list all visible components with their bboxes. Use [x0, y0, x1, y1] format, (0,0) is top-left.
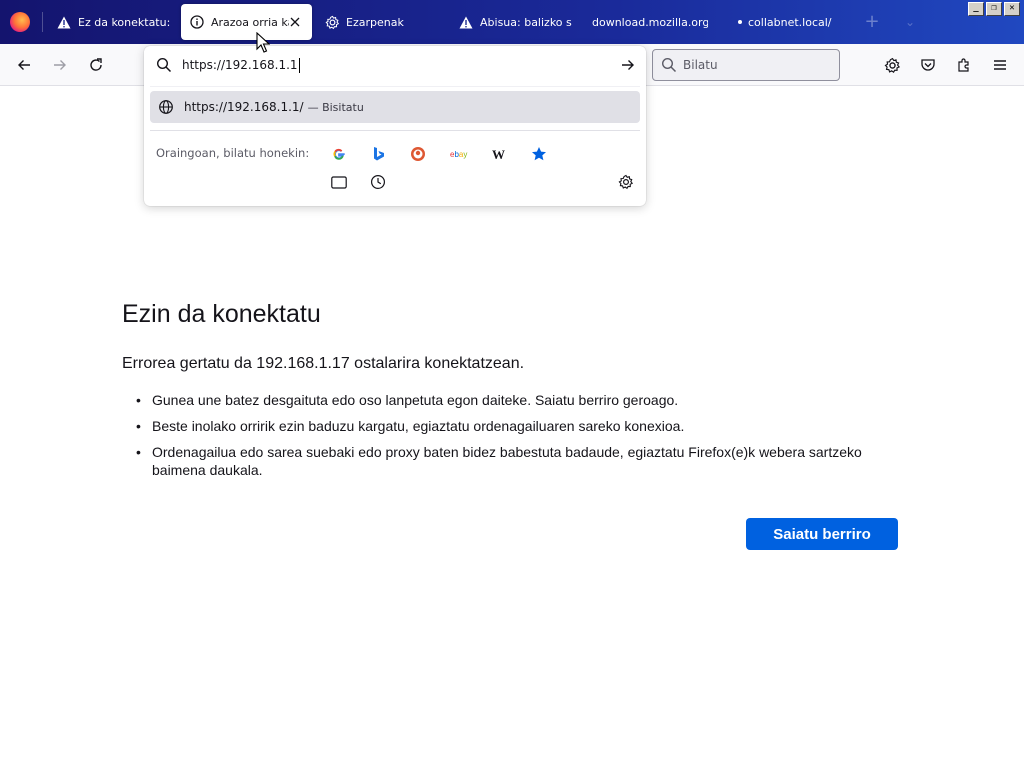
firefox-logo-icon[interactable]: [10, 12, 30, 32]
history-icon[interactable]: [366, 170, 390, 194]
extensions-button[interactable]: [952, 53, 976, 77]
oneoff-search-label: Oraingoan, bilatu honekin:: [156, 146, 310, 160]
result-url: https://192.168.1.1/: [184, 100, 304, 114]
tab-problem-page[interactable]: Arazoa orria ka: [181, 4, 312, 40]
restore-button[interactable]: ❐: [986, 2, 1002, 16]
tab-download-mozilla[interactable]: download.mozilla.org/?: [588, 4, 712, 40]
warning-icon: [458, 14, 474, 30]
search-bar[interactable]: Bilatu: [652, 49, 840, 81]
duckduckgo-icon[interactable]: [406, 142, 430, 166]
urlbar-result-row[interactable]: https://192.168.1.1/ — Bisitatu: [150, 91, 640, 123]
tab-label: Abisua: balizko seg: [480, 15, 572, 29]
close-tab-icon[interactable]: [288, 15, 302, 29]
reload-button[interactable]: [84, 53, 108, 77]
gear-icon: [324, 14, 340, 30]
tab-settings[interactable]: Ezarpenak: [318, 4, 442, 40]
gear-icon: [884, 57, 900, 73]
urlbar-dropdown: https://192.168.1.1 https://192.168.1.1/…: [144, 46, 646, 206]
pocket-button[interactable]: [916, 53, 940, 77]
list-item: Ordenagailua edo sarea suebaki edo proxy…: [136, 443, 896, 479]
error-suggestions-list: Gunea une batez desgaituta edo oso lanpe…: [136, 391, 902, 479]
warning-icon: [56, 14, 72, 30]
svg-text:ebay: ebay: [450, 150, 467, 159]
dot-icon: [736, 14, 744, 30]
forward-button[interactable]: [48, 53, 72, 77]
mouse-cursor-icon: [256, 32, 270, 53]
error-page: Ezin da konektatu Errorea gertatu da 192…: [122, 300, 902, 487]
pocket-icon: [921, 59, 935, 71]
tab-label: Ez da konektatu: b: [78, 15, 174, 29]
tab-label: Ezarpenak: [346, 15, 404, 29]
tab-strip: Ez da konektatu: b Arazoa orria ka Ezarp…: [0, 0, 1024, 44]
menu-button[interactable]: [988, 53, 1012, 77]
svg-text:W: W: [492, 148, 505, 160]
wikipedia-icon[interactable]: W: [487, 142, 511, 166]
text-caret: [298, 57, 300, 73]
tab-label: collabnet.local/: [748, 15, 832, 29]
settings-button[interactable]: [880, 53, 904, 77]
minimize-button[interactable]: _: [968, 2, 984, 16]
back-button[interactable]: [12, 53, 36, 77]
puzzle-icon: [958, 58, 969, 72]
ebay-icon[interactable]: ebay: [447, 142, 471, 166]
back-arrow-icon: [18, 60, 30, 70]
bing-icon[interactable]: [367, 142, 391, 166]
url-input[interactable]: https://192.168.1.1: [144, 46, 646, 84]
globe-icon: [159, 100, 173, 114]
tab-security-warning[interactable]: Abisua: balizko seg: [452, 4, 576, 40]
reload-icon: [90, 58, 102, 71]
new-tab-button[interactable]: +: [862, 12, 882, 32]
tab-connection-failed[interactable]: Ez da konektatu: b: [50, 4, 174, 40]
bookmarks-star-icon[interactable]: [527, 142, 551, 166]
go-arrow-icon[interactable]: [620, 57, 636, 73]
try-again-button[interactable]: Saiatu berriro: [746, 518, 898, 550]
divider: [150, 130, 640, 131]
hamburger-menu-icon: [994, 60, 1006, 70]
search-settings-gear-icon[interactable]: [614, 170, 638, 194]
window-controls: _ ❐ ✕: [968, 2, 1020, 16]
tab-separator: [42, 12, 43, 32]
tab-label: download.mozilla.org/?: [592, 15, 708, 29]
close-window-button[interactable]: ✕: [1004, 2, 1020, 16]
list-item: Gunea une batez desgaituta edo oso lanpe…: [136, 391, 896, 409]
list-item: Beste inolako orririk ezin baduzu kargat…: [136, 417, 896, 435]
url-input-value: https://192.168.1.1: [182, 58, 298, 72]
error-title: Ezin da konektatu: [122, 300, 321, 328]
search-icon: [156, 57, 172, 73]
tab-collabnet[interactable]: collabnet.local/: [730, 4, 854, 40]
info-icon: [189, 14, 205, 30]
search-icon: [661, 57, 677, 73]
divider: [150, 86, 640, 87]
result-action: — Bisitatu: [307, 100, 364, 114]
list-all-tabs-button[interactable]: ⌄: [900, 12, 920, 32]
google-icon[interactable]: [327, 142, 351, 166]
forward-arrow-icon: [54, 60, 66, 70]
tabs-icon[interactable]: [327, 170, 351, 194]
error-description: Errorea gertatu da 192.168.1.17 ostalari…: [122, 355, 525, 372]
search-placeholder: Bilatu: [683, 58, 718, 72]
tab-label: Arazoa orria ka: [211, 15, 289, 29]
